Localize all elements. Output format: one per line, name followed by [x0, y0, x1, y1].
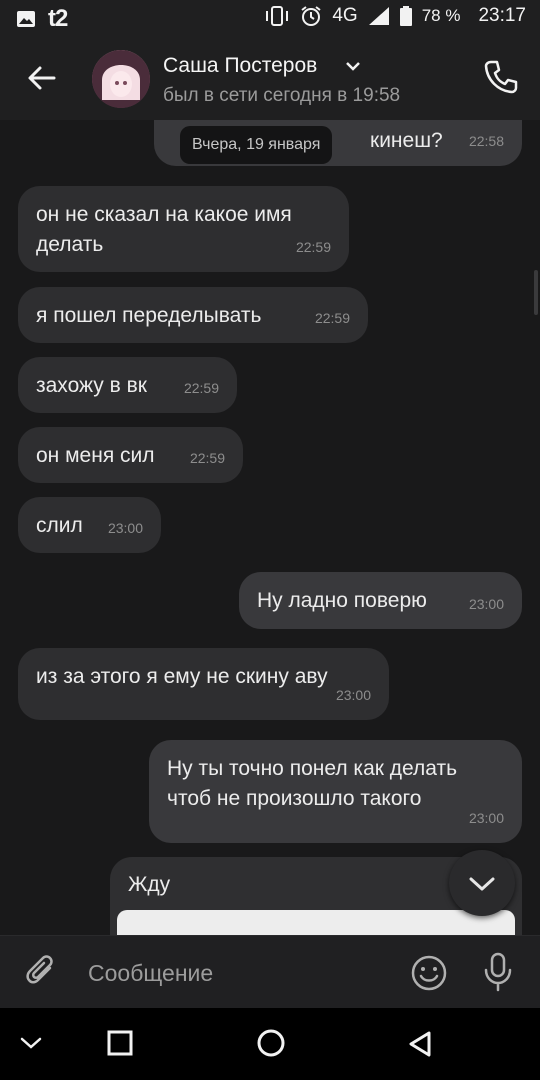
message-text-line: делать	[36, 233, 104, 256]
chevron-down-icon[interactable]	[345, 60, 361, 72]
message-bubble-out[interactable]: Ну ты точно понел как делать чтоб не про…	[149, 740, 522, 843]
message-text: захожу в вк	[36, 374, 147, 397]
microphone-icon[interactable]	[482, 952, 514, 992]
avatar[interactable]	[92, 50, 150, 108]
message-time: 22:59	[314, 310, 350, 326]
paperclip-icon[interactable]	[24, 954, 60, 990]
message-text-line: Ну ты точно понел как делать	[167, 757, 458, 780]
message-bubble-in[interactable]: слил 23:00	[18, 497, 161, 553]
status-bar: t2 4G 78 % 23:17	[0, 0, 540, 36]
message-bubble-in[interactable]: я пошел переделывать 22:59	[18, 287, 368, 343]
vibrate-icon	[266, 6, 289, 26]
signal-icon	[368, 7, 389, 25]
message-text: из за этого я ему не скину аву	[36, 665, 328, 688]
alarm-icon	[301, 6, 321, 26]
message-time: 23:00	[107, 520, 143, 536]
message-text-line: он не сказал на какое имя	[36, 203, 292, 226]
message-time: 23:00	[468, 596, 504, 612]
message-bubble-in[interactable]: он не сказал на какое имя делать 22:59	[18, 186, 349, 272]
message-composer	[0, 935, 540, 1009]
clock-label: 23:17	[478, 5, 526, 26]
arrow-left-icon[interactable]	[24, 60, 60, 96]
message-text-line: чтоб не произошло такого	[167, 787, 422, 810]
message-time: 22:59	[295, 239, 331, 255]
message-text: Ну ладно поверю	[257, 589, 427, 612]
home-icon[interactable]	[256, 1028, 286, 1058]
message-text: он меня сил	[36, 444, 155, 467]
network-label: 4G	[332, 5, 358, 26]
smile-icon[interactable]	[410, 954, 448, 992]
gallery-icon	[17, 11, 35, 27]
message-time: 23:00	[335, 687, 371, 703]
message-time: 22:59	[183, 380, 219, 396]
message-text: кинеш?	[370, 129, 443, 152]
message-list[interactable]: кинеш? 22:58 Вчера, 19 января он не сказ…	[0, 120, 540, 935]
system-nav-bar	[0, 1008, 540, 1080]
message-time: 23:00	[468, 810, 504, 826]
contact-name[interactable]: Саша Постеров	[163, 54, 317, 78]
recents-icon[interactable]	[107, 1030, 133, 1056]
message-time: 22:58	[468, 133, 504, 149]
phone-icon[interactable]	[482, 58, 520, 96]
avatar-image	[92, 50, 150, 108]
message-text: я пошел переделывать	[36, 304, 262, 327]
scroll-down-button[interactable]	[449, 850, 515, 916]
message-bubble-in[interactable]: из за этого я ему не скину аву 23:00	[18, 648, 389, 720]
last-seen-status: был в сети сегодня в 19:58	[163, 85, 401, 106]
date-separator: Вчера, 19 января	[180, 126, 333, 164]
carrier-label: t2	[48, 5, 68, 32]
message-bubble-in[interactable]: захожу в вк 22:59	[18, 357, 237, 413]
scrollbar[interactable]	[534, 270, 538, 315]
message-text: Жду	[128, 873, 171, 896]
chat-header: Саша Постеров был в сети сегодня в 19:58	[0, 36, 540, 120]
message-text: слил	[36, 514, 83, 537]
message-bubble-out[interactable]: Ну ладно поверю 23:00	[239, 572, 522, 629]
message-input[interactable]	[86, 952, 390, 994]
battery-icon	[399, 6, 412, 26]
chevron-down-icon[interactable]	[18, 1030, 44, 1056]
chevron-down-icon	[469, 877, 495, 891]
back-triangle-icon[interactable]	[407, 1030, 433, 1058]
battery-label: 78 %	[421, 6, 461, 25]
message-bubble-in[interactable]: он меня сил 22:59	[18, 427, 243, 483]
message-time: 22:59	[189, 450, 225, 466]
